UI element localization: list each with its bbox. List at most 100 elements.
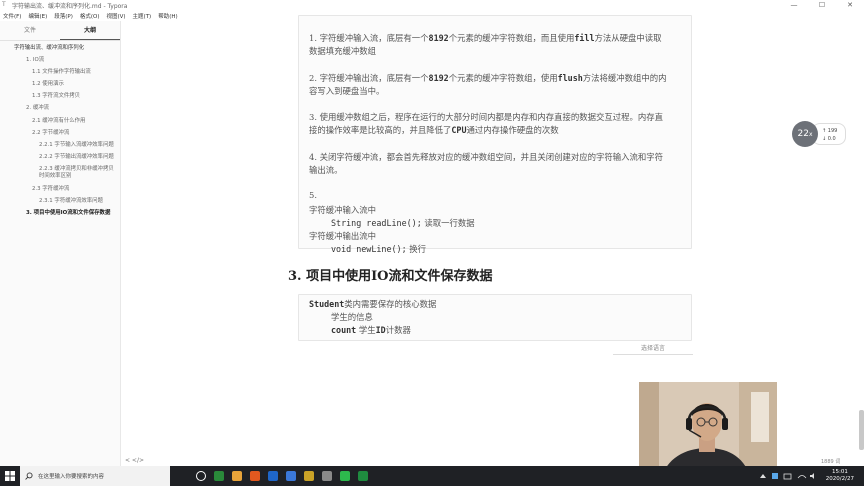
start-button[interactable] [0, 466, 20, 486]
sidebar-nav-arrows[interactable]: < </> [125, 457, 144, 464]
code-text: 方法从硬盘中读取 [594, 33, 662, 43]
tray-icons [759, 473, 814, 480]
outline-item[interactable]: 2.2.1 字节输入流缓冲效率问题 [0, 142, 116, 150]
menu-format[interactable]: 格式(O) [77, 12, 104, 20]
menu-paragraph[interactable]: 段落(P) [51, 12, 77, 20]
clock-date: 2020/2/27 [825, 476, 854, 482]
menu-edit[interactable]: 编辑(E) [25, 12, 51, 20]
code-line: 5. [309, 190, 317, 200]
speed-widget[interactable]: ↑ 199 ↓ 0.0 22x [792, 121, 846, 147]
tab-outline[interactable]: 大纲 [60, 21, 120, 40]
code-line: 4. 关闭字符缓冲流，都会首先释放对应的缓冲数组空间，并且关闭创建对应的字符输入… [309, 151, 663, 163]
outline-item[interactable]: 2.2 字节缓冲流 [0, 130, 116, 138]
code-mono: Student [309, 299, 345, 309]
presenter-video [639, 382, 777, 478]
outline-item[interactable]: 2.1 缓冲流有什么作用 [0, 118, 116, 126]
outline-item[interactable]: 1.1 文件操作字符输出流 [0, 69, 116, 77]
word-count: 1889 词 [821, 459, 841, 465]
code-text: 通过内存操作硬盘的次数 [466, 125, 559, 136]
outline-item[interactable]: 2.2.2 字节输出流缓冲效率问题 [0, 154, 116, 162]
menu-view[interactable]: 视图(V) [103, 12, 129, 20]
code-line: 容写入到硬盘当中。 [309, 85, 384, 97]
code-text: 个元素的缓冲字符数组，而且使用 [448, 33, 575, 43]
app-icon-glyph [322, 471, 332, 481]
minimize-button[interactable]: — [780, 1, 808, 9]
code-mono: ID [375, 325, 386, 336]
search-icon [25, 472, 33, 480]
webcam-overlay [639, 382, 777, 478]
code-line: 1. 字符缓冲输入流，底层有一个8192个元素的缓冲字符数组，而且使用fill方… [309, 32, 662, 44]
menu-help[interactable]: 帮助(H) [155, 12, 181, 20]
code-line: 接的操作效率是比较高的，并且降低了CPU通过内存操作硬盘的次数 [309, 124, 559, 136]
code-mono: count [331, 325, 357, 336]
code-line: void newLine(); 换行 [331, 243, 426, 255]
taskbar-app-icon[interactable] [228, 466, 246, 486]
sidebar: 文件 大纲 字符输出流、缓冲流和序列化 1. IO流 1.1 文件操作字符输出流 1.… [0, 21, 121, 466]
code-text: 3. 使用缓冲数组之后，程序在运行的大部分时间内都是内存和内存直接的数据交互过程… [309, 112, 664, 123]
outline-list: 字符输出流、缓冲流和序列化 1. IO流 1.1 文件操作字符输出流 1.2 使用演示… [0, 41, 120, 217]
taskbar-app-icon[interactable] [300, 466, 318, 486]
code-text: 接的操作效率是比较高的，并且降低了 [309, 125, 452, 136]
taskbar-app-icon[interactable] [336, 466, 354, 486]
close-button[interactable]: ✕ [836, 1, 864, 9]
outline-item[interactable]: 2.2.3 缓冲流拷贝和非缓冲拷贝时间效率区别 [0, 166, 116, 181]
code-mono: flush [557, 72, 583, 83]
menu-theme[interactable]: 主题(T) [130, 12, 156, 20]
taskbar-app-icon[interactable] [318, 466, 336, 486]
download-speed: ↓ 0.0 [822, 136, 836, 142]
outline-item[interactable]: 字符输出流、缓冲流和序列化 [0, 45, 116, 53]
taskbar-app-icon[interactable] [282, 466, 300, 486]
windows-icon [5, 471, 15, 481]
taskbar-app-icon[interactable] [264, 466, 282, 486]
taskbar-apps [192, 466, 372, 486]
code-line: 3. 使用缓冲数组之后，程序在运行的大部分时间内都是内存和内存直接的数据交互过程… [309, 111, 663, 123]
code-text: 个元素的缓冲字符数组，使用 [448, 72, 558, 83]
taskbar-app-icon[interactable] [210, 466, 228, 486]
section-heading: 3. 项目中使用IO流和文件保存数据 [288, 269, 493, 284]
app-icon-glyph [196, 471, 206, 481]
code-mono: 8192 [428, 33, 449, 43]
outline-item[interactable]: 1. IO流 [0, 57, 116, 65]
outline-item[interactable]: 1.2 使用演示 [0, 81, 116, 89]
code-text: 类内需要保存的核心数据 [344, 299, 437, 309]
outline-item[interactable]: 3. 项目中使用IO流和文件保存数据 [0, 210, 116, 218]
language-select[interactable]: 选择语言 [613, 344, 693, 355]
code-mono: 8192 [428, 72, 449, 83]
outline-item[interactable]: 2.3.1 字符缓冲流效率问题 [0, 198, 116, 206]
code-line: count 学生ID计数器 [331, 324, 411, 336]
upload-speed: ↑ 199 [822, 128, 838, 134]
code-text: 方法将缓冲数组中的内 [582, 72, 667, 83]
vertical-scrollbar[interactable] [859, 410, 864, 450]
outline-item[interactable]: 1.3 字符流文件拷贝 [0, 93, 116, 101]
outline-item[interactable]: 2.3 字符缓冲流 [0, 186, 116, 194]
title-bar: T 字符输出流、缓冲流和序列化.md - Typora — ☐ ✕ [0, 0, 864, 10]
code-mono: void newLine(); [331, 244, 407, 255]
code-text: 字符缓冲输入流中 [309, 204, 376, 215]
outline-item[interactable]: 2. 缓冲流 [0, 105, 116, 113]
app-icon-glyph [268, 471, 278, 481]
taskbar-app-icon[interactable] [354, 466, 372, 486]
maximize-button[interactable]: ☐ [808, 1, 836, 9]
code-mono: String readLine(); [331, 217, 422, 228]
code-text: 数据填充缓冲数组 [309, 46, 376, 57]
app-icon-glyph [232, 471, 242, 481]
taskbar-search[interactable]: 在这里输入你要搜索的内容 [20, 466, 170, 486]
speed-unit: x [808, 131, 813, 138]
code-line: 输出流。 [309, 164, 343, 176]
code-block-buffer-notes[interactable]: 1. 字符缓冲输入流，底层有一个8192个元素的缓冲字符数组，而且使用fill方… [298, 15, 692, 254]
code-line: 学生的信息 [331, 311, 373, 323]
tab-files[interactable]: 文件 [0, 21, 60, 40]
taskbar-app-icon[interactable] [246, 466, 264, 486]
taskbar-app-icon[interactable] [192, 466, 210, 486]
taskbar-clock[interactable]: 15:01 2020/2/27 [826, 469, 854, 483]
menu-file[interactable]: 文件(F) [0, 12, 25, 20]
clock-time: 15:01 [831, 469, 848, 475]
app-icon-glyph [286, 471, 296, 481]
code-mono: CPU [451, 125, 467, 136]
code-line: 2. 字符缓冲输出流，底层有一个8192个元素的缓冲字符数组，使用flush方法… [309, 72, 667, 84]
code-block-student-data[interactable]: Student类内需要保存的核心数据学生的信息 count 学生ID计数器 [298, 294, 692, 341]
speed-value: 22 [797, 129, 809, 139]
sidebar-tabs: 文件 大纲 [0, 21, 120, 41]
app-icon-glyph [304, 471, 314, 481]
system-tray: 15:01 2020/2/27 [758, 466, 864, 486]
